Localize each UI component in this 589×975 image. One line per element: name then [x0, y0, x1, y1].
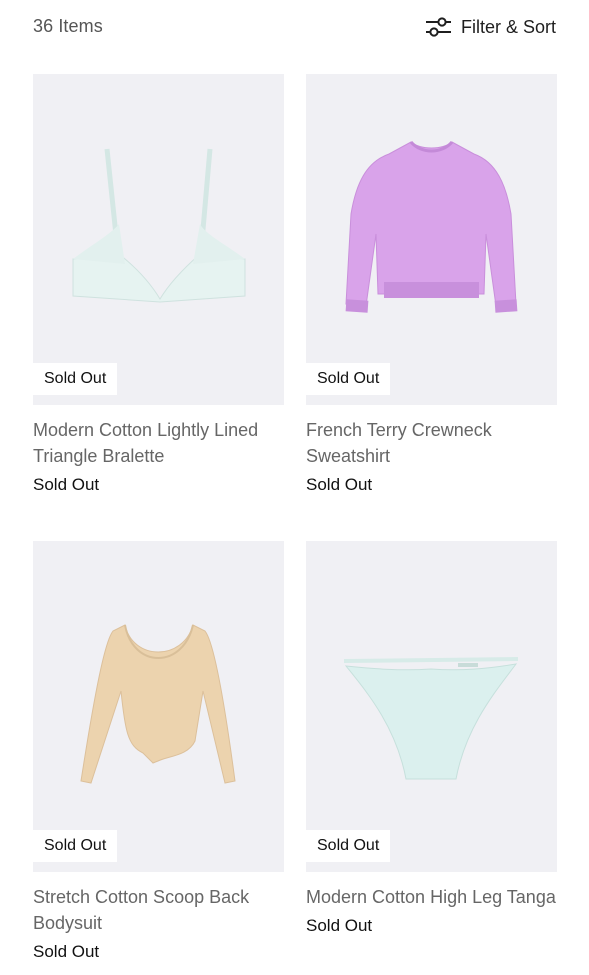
sold-out-badge: Sold Out — [33, 830, 118, 862]
product-status: Sold Out — [33, 942, 100, 961]
bodysuit-image — [80, 624, 236, 784]
product-status: Sold Out — [33, 475, 100, 494]
product-image[interactable]: Sold Out — [33, 74, 284, 405]
product-card[interactable]: Sold Out French Terry Crewneck Sweatshir… — [306, 74, 557, 495]
product-title[interactable]: Modern Cotton Lightly Lined Triangle Bra… — [33, 417, 284, 469]
product-card[interactable]: Sold Out Modern Cotton Lightly Lined Tri… — [33, 74, 284, 495]
filter-sort-button[interactable]: Filter & Sort — [425, 14, 556, 40]
bralette-image — [72, 148, 246, 303]
sweatshirt-image — [345, 140, 518, 313]
filter-sort-label: Filter & Sort — [460, 16, 556, 37]
product-image[interactable]: Sold Out — [306, 541, 557, 872]
sliders-icon — [425, 17, 451, 37]
tanga-image — [343, 657, 519, 780]
product-card[interactable]: Sold Out Stretch Cotton Scoop Back Bodys… — [33, 541, 284, 962]
product-status: Sold Out — [306, 475, 373, 494]
product-image[interactable]: Sold Out — [33, 541, 284, 872]
product-title[interactable]: Stretch Cotton Scoop Back Bodysuit — [33, 884, 284, 936]
product-card[interactable]: Sold Out Modern Cotton High Leg Tanga So… — [306, 541, 557, 936]
sold-out-badge: Sold Out — [306, 363, 391, 395]
sold-out-badge: Sold Out — [306, 830, 391, 862]
product-status: Sold Out — [306, 916, 373, 935]
product-image[interactable]: Sold Out — [306, 74, 557, 405]
results-header: 36 Items Filter & Sort — [0, 0, 589, 56]
item-count: 36 Items — [33, 16, 103, 36]
product-title[interactable]: Modern Cotton High Leg Tanga — [306, 884, 557, 910]
sold-out-badge: Sold Out — [33, 363, 118, 395]
product-title[interactable]: French Terry Crewneck Sweatshirt — [306, 417, 557, 469]
